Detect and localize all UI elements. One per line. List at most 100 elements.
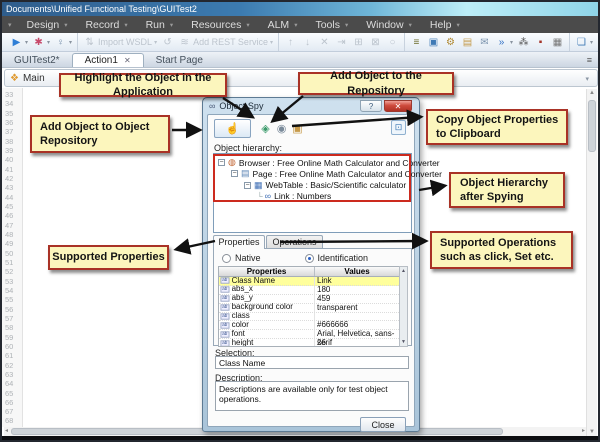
line-number: 48 [5, 229, 14, 239]
selection-field[interactable] [215, 356, 409, 369]
pointing-hand-button[interactable]: ☝ [214, 119, 251, 138]
menu-item-run[interactable]: Run ▾ [137, 19, 183, 31]
debug-run-button[interactable]: » ▾ [493, 34, 515, 50]
line-number: 43 [5, 183, 14, 193]
column-header-values[interactable]: Values [315, 267, 399, 276]
dialog-close-button[interactable]: ✕ [384, 100, 412, 112]
scrollbar-thumb[interactable] [588, 100, 596, 152]
results-button[interactable]: ▦ [549, 34, 566, 50]
format-icon[interactable]: ⊞ [350, 34, 367, 50]
property-icon: ab [220, 286, 230, 293]
move-up-icon[interactable]: ↑ [282, 34, 299, 50]
step-generator-button[interactable]: ⚙ [442, 34, 459, 50]
chevron-down-icon: ▾ [154, 39, 158, 46]
line-number: 53 [5, 276, 14, 286]
export-button[interactable]: ❏ ▾ [573, 34, 595, 50]
menu-overflow-icon[interactable]: ▾ [2, 21, 18, 29]
line-number: 52 [5, 267, 14, 277]
chevron-down-icon: ▾ [509, 39, 513, 46]
line-number: 64 [5, 379, 14, 389]
chevron-down-icon: ▾ [246, 21, 250, 29]
tab-start-page[interactable]: Start Page [144, 53, 215, 67]
menu-item-record[interactable]: Record ▾ [76, 19, 136, 31]
record-button[interactable]: ✱ ▾ [30, 34, 52, 50]
table-row[interactable]: ab height 26 [219, 338, 399, 346]
window-bottom-edge [2, 436, 598, 440]
menu-item-alm[interactable]: ALM ▾ [259, 19, 307, 31]
toolbar-group: ❏ ▾ [568, 33, 598, 51]
annotation-copy-properties: Copy Object Properties to Clipboard [426, 109, 568, 145]
object-repository-button[interactable]: ⁂ [515, 34, 532, 50]
add-rest-service-button[interactable]: ≋ Add REST Service ▾ [176, 34, 275, 50]
identification-radio[interactable] [304, 253, 314, 263]
run-button[interactable]: ▶ ▾ [8, 34, 30, 50]
dialog-help-button[interactable]: ? [360, 100, 382, 112]
dialog-titlebar[interactable]: ∞ Object Spy [209, 99, 263, 113]
menu-item-window[interactable]: Window ▾ [357, 19, 421, 31]
format-icon-icon: ⊞ [354, 36, 363, 48]
chevron-down-icon: ▾ [456, 21, 460, 29]
menu-item-label: Record [85, 18, 120, 31]
debug-run-icon: » [498, 36, 505, 48]
record-icon: ✱ [34, 36, 43, 48]
annotation-add-object-repository: Add Object to the Repository [298, 70, 454, 97]
indent-icon[interactable]: ⇥ [333, 34, 350, 50]
tab-action1[interactable]: Action1 ✕ [71, 53, 144, 67]
move-down-icon-icon: ↓ [304, 36, 310, 48]
copy-properties-icon[interactable]: ▣ [290, 121, 305, 136]
menu-item-help[interactable]: Help ▾ [421, 19, 469, 31]
native-radio[interactable] [222, 253, 231, 263]
tab-list-icon[interactable]: ≡ [587, 55, 592, 65]
dialog-body: ☝ ◈ ◉ ▣ ⊡ Object hierarchy: − ◍ Browser : Fr… [207, 114, 442, 432]
scroll-left-icon[interactable]: ◂ [5, 427, 8, 434]
scroll-up-icon[interactable]: ▲ [587, 90, 597, 96]
chevron-down-icon[interactable]: ▾ [585, 75, 589, 83]
property-value-cell [315, 313, 399, 321]
show-details-button[interactable]: ⊡ [391, 120, 406, 135]
column-header-properties[interactable]: Properties [219, 267, 315, 276]
import-wsdl-button[interactable]: ⇅ Import WSDL ▾ [81, 34, 159, 50]
tab-operations[interactable]: Operations [266, 235, 323, 249]
snippet-icon[interactable]: ⊠ [367, 34, 384, 50]
move-down-icon[interactable]: ↓ [299, 34, 316, 50]
property-icon: ab [220, 277, 230, 285]
active-screen-icon: ▣ [428, 36, 439, 48]
object-hierarchy-label: Object hierarchy: [214, 143, 283, 153]
tab-properties[interactable]: Properties [213, 235, 265, 249]
scroll-down-icon[interactable]: ▼ [587, 429, 597, 435]
chevron-down-icon: ▾ [344, 21, 349, 29]
line-number: 47 [5, 220, 14, 230]
scroll-down-icon[interactable]: ▼ [400, 339, 407, 345]
window-title: Documents\Unified Functional Testing\GUI… [2, 2, 598, 16]
spy-pointer-icon[interactable]: ◉ [274, 121, 289, 136]
delete-icon[interactable]: ✕ [316, 34, 333, 50]
object-spy-icon: ∞ [209, 101, 216, 111]
scroll-up-icon[interactable]: ▲ [400, 268, 407, 274]
add-object-icon[interactable]: ◈ [258, 121, 273, 136]
comment-button[interactable]: ✉ [476, 34, 493, 50]
web-service-button[interactable]: ↺ [159, 34, 176, 50]
toggle-view-button[interactable]: ≡ [408, 34, 425, 50]
line-number: 60 [5, 341, 14, 351]
line-number: 40 [5, 155, 14, 165]
scroll-right-icon[interactable]: ▸ [582, 427, 585, 434]
object-spy-button[interactable]: ♀ ▾ [52, 34, 74, 50]
line-number: 57 [5, 313, 14, 323]
vertical-scrollbar[interactable]: ▲ ▼ [586, 89, 597, 436]
line-number: 38 [5, 136, 14, 146]
refresh-icon[interactable]: ○ [384, 34, 401, 50]
menu-item-resources[interactable]: Resources ▾ [182, 19, 258, 31]
open-folder-button[interactable]: ▤ [459, 34, 476, 50]
property-value-cell: 180 [317, 284, 331, 294]
tab-guitest2[interactable]: GUITest2* [2, 53, 72, 67]
table-scrollbar[interactable]: ▲ ▼ [399, 266, 408, 347]
stop-button[interactable]: ▪ [532, 34, 549, 50]
active-screen-button[interactable]: ▣ [425, 34, 442, 50]
tree-highlight-border [213, 154, 411, 202]
menu-item-design[interactable]: Design ▾ [18, 19, 77, 31]
close-button[interactable]: Close [360, 417, 406, 432]
description-field: Descriptions are available only for test… [215, 381, 409, 411]
menu-item-tools[interactable]: Tools ▾ [306, 19, 357, 31]
breadcrumb-label[interactable]: Main [23, 73, 45, 84]
tab-close-icon[interactable]: ✕ [124, 56, 131, 65]
